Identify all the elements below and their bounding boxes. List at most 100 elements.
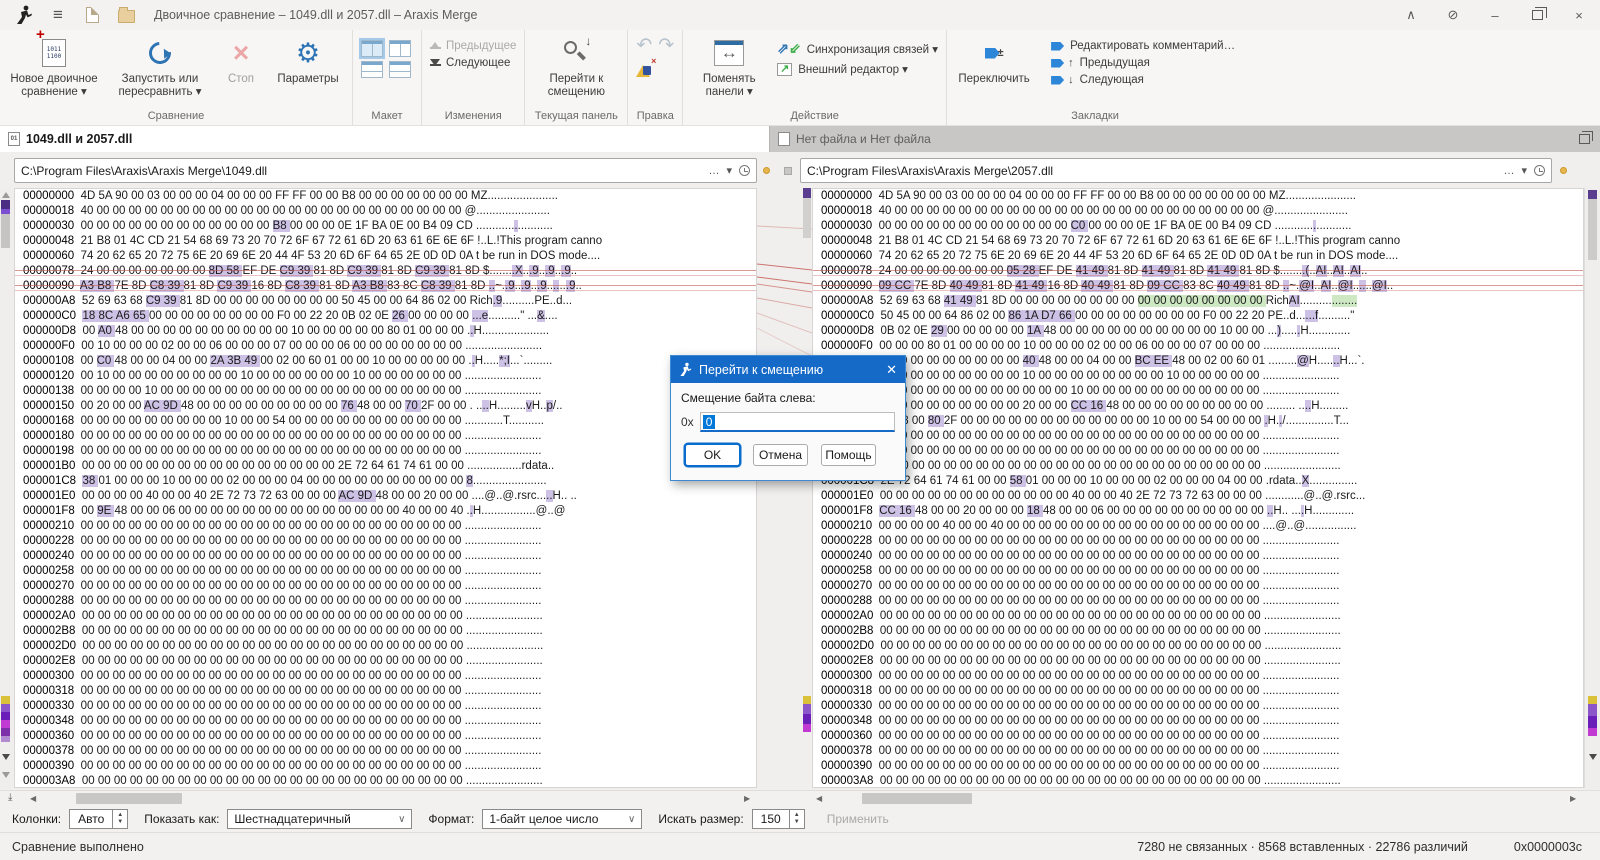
edit-comment-button[interactable]: Редактировать комментарий…: [1051, 40, 1235, 52]
columns-stepper-arrows[interactable]: ▲▼: [112, 810, 127, 828]
jump-last-diff-icon[interactable]: ⤓: [8, 792, 12, 803]
format-select[interactable]: 1-байт целое число ∨: [482, 809, 642, 829]
hex-row[interactable]: 000000F0 00 10 00 00 00 02 00 00 06 00 0…: [15, 339, 756, 354]
offset-input[interactable]: 0: [700, 412, 895, 432]
hex-row[interactable]: 00000318 00 00 00 00 00 00 00 00 00 00 0…: [813, 684, 1583, 699]
hex-row[interactable]: 000002A0 00 00 00 00 00 00 00 00 00 00 0…: [813, 609, 1583, 624]
hex-row[interactable]: 000000C0 50 45 00 00 64 86 02 00 86 1A D…: [813, 309, 1583, 324]
right-hex-panel[interactable]: 00000000 4D 5A 90 00 03 00 00 00 04 00 0…: [812, 188, 1584, 788]
search-size-stepper[interactable]: 150 ▲▼: [752, 809, 805, 829]
help-button[interactable]: Помощь: [821, 444, 876, 466]
left-history-icon[interactable]: [739, 165, 750, 176]
right-scrollbar[interactable]: [1584, 188, 1600, 788]
hex-row[interactable]: 000001E0 00 00 00 00 40 00 00 40 2E 72 7…: [15, 489, 756, 504]
restore-button[interactable]: [1516, 0, 1558, 30]
hex-row[interactable]: 00000078 24 00 00 00 00 00 00 00 8D 58 E…: [15, 264, 756, 279]
hex-row[interactable]: 00000168 00 00 00 00 00 00 00 00 00 10 0…: [15, 414, 756, 429]
hex-row[interactable]: 00000030 00 00 00 00 00 00 00 00 00 00 0…: [813, 219, 1583, 234]
left-overview-strip[interactable]: [0, 188, 13, 788]
swap-panels-button[interactable]: ↔ Поменять панели ▾: [691, 32, 767, 99]
hex-row[interactable]: 00000258 00 00 00 00 00 00 00 00 00 00 0…: [15, 564, 756, 579]
hex-row[interactable]: 00000168 1E 48 00 80 2F 00 00 00 00 00 0…: [813, 414, 1583, 429]
hex-row[interactable]: 00000048 21 B8 01 4C CD 21 54 68 69 73 2…: [813, 234, 1583, 249]
hex-row[interactable]: 000002D0 00 00 00 00 00 00 00 00 00 00 0…: [15, 639, 756, 654]
right-file-path[interactable]: C:\Program Files\Araxis\Araxis Merge\205…: [807, 164, 1496, 178]
right-scroll-right-arrow[interactable]: ▶: [1570, 794, 1576, 803]
hex-row[interactable]: 000000D8 00 A0 48 00 00 00 00 00 00 00 0…: [15, 324, 756, 339]
next-change-button[interactable]: Следующее: [430, 57, 516, 69]
right-scroll-left-arrow[interactable]: ◀: [816, 794, 822, 803]
hex-row[interactable]: 00000138 00 00 00 00 10 00 00 00 00 00 0…: [15, 384, 756, 399]
hex-row[interactable]: 00000060 74 20 62 65 20 72 75 6E 20 69 6…: [813, 249, 1583, 264]
left-scroll-right-arrow[interactable]: ▶: [744, 794, 750, 803]
hex-row[interactable]: 00000210 00 00 00 00 00 00 00 00 00 00 0…: [15, 519, 756, 534]
hex-row[interactable]: 000002B8 00 00 00 00 00 00 00 00 00 00 0…: [15, 624, 756, 639]
new-comparison-icon[interactable]: [82, 5, 102, 25]
hex-row[interactable]: 00000210 00 00 00 00 40 00 00 40 00 00 0…: [813, 519, 1583, 534]
help-button[interactable]: ⊘: [1432, 0, 1474, 30]
next-bookmark-button[interactable]: ↓ Следующая: [1051, 74, 1235, 86]
hex-row[interactable]: 00000228 00 00 00 00 00 00 00 00 00 00 0…: [813, 534, 1583, 549]
left-browse-icon[interactable]: …: [708, 165, 719, 177]
collapse-ribbon-button[interactable]: ∧: [1390, 0, 1432, 30]
hex-row[interactable]: 00000360 00 00 00 00 00 00 00 00 00 00 0…: [15, 729, 756, 744]
hex-row[interactable]: 00000330 00 00 00 00 00 00 00 00 00 00 0…: [15, 699, 756, 714]
hex-row[interactable]: 00000078 24 00 00 00 00 00 00 00 05 28 E…: [813, 264, 1583, 279]
hex-row[interactable]: 00000240 00 00 00 00 00 00 00 00 00 00 0…: [813, 549, 1583, 564]
left-hscroll-thumb[interactable]: [76, 793, 182, 804]
hex-row[interactable]: 00000228 00 00 00 00 00 00 00 00 00 00 0…: [15, 534, 756, 549]
hex-row[interactable]: 00000270 00 00 00 00 00 00 00 00 00 00 0…: [813, 579, 1583, 594]
hex-row[interactable]: 00000378 00 00 00 00 00 00 00 00 00 00 0…: [813, 744, 1583, 759]
right-dropdown-icon[interactable]: ▾: [1521, 164, 1527, 177]
hex-row[interactable]: 000001C8 2E 72 64 61 74 61 00 00 58 01 0…: [813, 474, 1583, 489]
hex-row[interactable]: 00000108 00 00 00 00 00 00 00 00 00 40 4…: [813, 354, 1583, 369]
hex-row[interactable]: 000000A8 52 69 63 68 C9 39 81 8D 00 00 0…: [15, 294, 756, 309]
left-dropdown-icon[interactable]: ▾: [726, 164, 732, 177]
new-binary-comparison-button[interactable]: 10111100+ Новое двоичное сравнение ▾: [8, 32, 100, 99]
hex-row[interactable]: 00000000 4D 5A 90 00 03 00 00 00 04 00 0…: [15, 189, 756, 204]
hex-row[interactable]: 000001B0 00 00 00 00 00 00 00 00 00 00 0…: [15, 459, 756, 474]
left-file-path[interactable]: C:\Program Files\Araxis\Araxis Merge\104…: [21, 164, 701, 178]
hex-row[interactable]: 00000000 4D 5A 90 00 03 00 00 00 04 00 0…: [813, 189, 1583, 204]
hex-row[interactable]: 00000120 00 10 00 00 00 00 00 00 00 10 0…: [813, 369, 1583, 384]
open-folder-icon[interactable]: [116, 5, 136, 25]
menu-icon[interactable]: ≡: [48, 5, 68, 25]
left-file-path-bar[interactable]: C:\Program Files\Araxis\Araxis Merge\104…: [14, 158, 757, 183]
cancel-button[interactable]: Отмена: [753, 444, 808, 466]
toggle-bookmark-button[interactable]: ± Переключить: [955, 32, 1033, 86]
hex-row[interactable]: 000000A8 52 69 63 68 41 49 81 8D 00 00 0…: [813, 294, 1583, 309]
hex-row[interactable]: 000001B0 00 00 00 00 00 00 00 00 00 00 0…: [813, 459, 1583, 474]
hex-row[interactable]: 00000048 21 B8 01 4C CD 21 54 68 69 73 2…: [15, 234, 756, 249]
left-hex-panel[interactable]: 00000000 4D 5A 90 00 03 00 00 00 04 00 0…: [14, 188, 757, 788]
hex-row[interactable]: 000002E8 00 00 00 00 00 00 00 00 00 00 0…: [813, 654, 1583, 669]
hex-row[interactable]: 00000240 00 00 00 00 00 00 00 00 00 00 0…: [15, 549, 756, 564]
hex-row[interactable]: 000000F0 00 00 00 80 01 00 00 00 00 10 0…: [813, 339, 1583, 354]
layout-three-panes-horizontal-button[interactable]: [389, 61, 411, 78]
right-hscroll-thumb[interactable]: [862, 793, 972, 804]
right-browse-icon[interactable]: …: [1503, 165, 1514, 177]
tab-binary-comparison[interactable]: 01 1049.dll и 2057.dll: [0, 126, 770, 152]
external-editor-button[interactable]: ↗ Внешний редактор ▾: [777, 62, 938, 76]
hex-row[interactable]: 00000360 00 00 00 00 00 00 00 00 00 00 0…: [813, 729, 1583, 744]
search-size-stepper-arrows[interactable]: ▲▼: [789, 810, 804, 828]
dialog-titlebar[interactable]: Перейти к смещению ✕: [671, 356, 905, 383]
hex-row[interactable]: 00000060 74 20 62 65 20 72 75 6E 20 69 6…: [15, 249, 756, 264]
hex-row[interactable]: 00000390 00 00 00 00 00 00 00 00 00 00 0…: [15, 759, 756, 774]
sync-links-button[interactable]: ⇗⇙ Синхронизация связей ▾: [777, 40, 938, 57]
hex-row[interactable]: 00000138 10 00 00 00 00 00 00 00 00 00 0…: [813, 384, 1583, 399]
hex-row[interactable]: 00000288 00 00 00 00 00 00 00 00 00 00 0…: [813, 594, 1583, 609]
hex-row[interactable]: 00000300 00 00 00 00 00 00 00 00 00 00 0…: [15, 669, 756, 684]
hex-row[interactable]: 00000300 00 00 00 00 00 00 00 00 00 00 0…: [813, 669, 1583, 684]
layout-two-panes-horizontal-button[interactable]: [361, 61, 383, 78]
hex-row[interactable]: 00000030 00 00 00 00 00 00 00 00 00 00 0…: [15, 219, 756, 234]
hex-row[interactable]: 00000390 00 00 00 00 00 00 00 00 00 00 0…: [813, 759, 1583, 774]
hex-row[interactable]: 000001F8 00 9E 48 00 00 06 00 00 00 00 0…: [15, 504, 756, 519]
hex-row[interactable]: 000000C0 18 8C A6 65 00 00 00 00 00 00 0…: [15, 309, 756, 324]
hex-row[interactable]: 000002D0 00 00 00 00 00 00 00 00 00 00 0…: [813, 639, 1583, 654]
tab-restore-icon[interactable]: [1579, 134, 1590, 144]
hex-row[interactable]: 00000150 00 00 00 00 00 00 00 00 00 20 0…: [813, 399, 1583, 414]
hex-row[interactable]: 00000018 40 00 00 00 00 00 00 00 00 00 0…: [15, 204, 756, 219]
hex-row[interactable]: 000003A8 00 00 00 00 00 00 00 00 00 00 0…: [813, 774, 1583, 788]
hex-row[interactable]: 00000318 00 00 00 00 00 00 00 00 00 00 0…: [15, 684, 756, 699]
ok-button[interactable]: OK: [685, 444, 740, 466]
